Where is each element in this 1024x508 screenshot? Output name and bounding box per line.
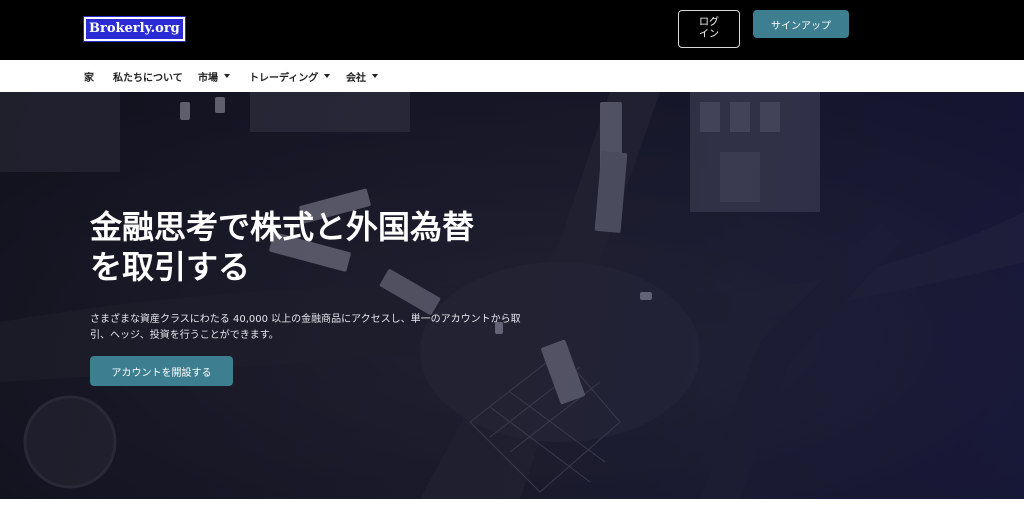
nav-item-label: トレーディング <box>249 72 319 84</box>
chevron-down-icon <box>372 74 378 78</box>
brand-logo[interactable]: Brokerly.org <box>83 16 186 42</box>
hero-title-line: を取引する <box>90 248 251 286</box>
nav-item-label: 私たちについて <box>113 72 183 84</box>
nav-item-company[interactable]: 会社 <box>346 60 378 92</box>
chevron-down-icon <box>224 74 230 78</box>
hero-overlay <box>0 92 1024 499</box>
signup-button[interactable]: サインアップ <box>753 10 849 38</box>
login-button-label: ログイン <box>699 17 719 40</box>
chevron-down-icon <box>324 74 331 78</box>
nav-item-label: 家 <box>84 72 94 84</box>
nav-item-markets[interactable]: 市場 <box>198 60 230 92</box>
nav-item-trading[interactable]: トレーディング <box>249 60 331 92</box>
top-header: Brokerly.org ログイン サインアップ <box>0 0 1024 60</box>
hero-description: さまざまな資産クラスにわたる 40,000 以上の金融商品にアクセスし、単一のア… <box>90 314 521 341</box>
nav-item-label: 市場 <box>198 72 218 84</box>
hero-title-line: 金融思考で株式と外国為替 <box>90 208 475 246</box>
open-account-button[interactable]: アカウントを開設する <box>90 356 233 386</box>
nav-item-label: 会社 <box>346 72 366 84</box>
nav-item-home[interactable]: 家 <box>84 60 94 92</box>
hero-title: 金融思考で株式と外国為替 を取引する <box>90 207 540 287</box>
nav-item-about[interactable]: 私たちについて <box>113 60 183 92</box>
login-button[interactable]: ログイン <box>678 10 740 48</box>
hero-section: 金融思考で株式と外国為替 を取引する さまざまな資産クラスにわたる 40,000… <box>0 92 1024 499</box>
page-bottom <box>0 499 1024 508</box>
main-nav: 家 私たちについて 市場 トレーディング 会社 <box>0 60 1024 92</box>
